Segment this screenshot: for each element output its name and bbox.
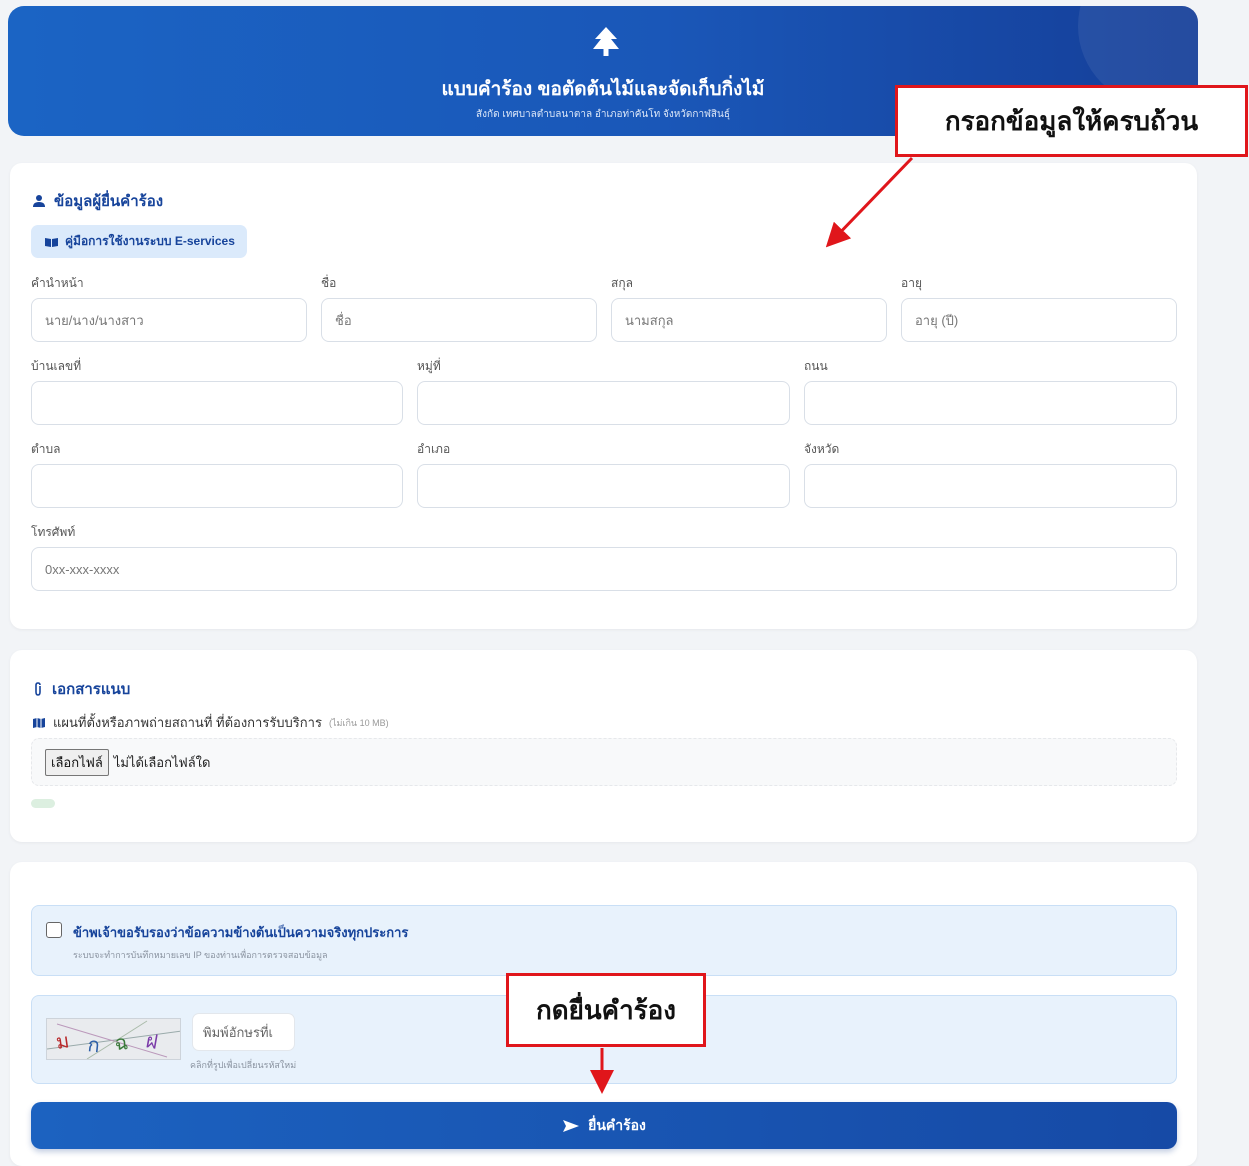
file-status: ไม่ได้เลือกไฟล์ใด — [113, 754, 211, 770]
phone-input[interactable]: 0xx-xxx-xxxx — [31, 547, 1177, 591]
callout-fill-complete: กรอกข้อมูลให้ครบถ้วน — [895, 85, 1248, 157]
last-name-input[interactable]: นามสกุล — [611, 298, 887, 342]
prefix-label: คำนำหน้า — [31, 276, 84, 290]
captcha-char: ม — [54, 1028, 70, 1054]
province-label: จังหวัด — [804, 442, 840, 456]
subdistrict-input[interactable] — [31, 464, 403, 508]
captcha-input[interactable]: พิมพ์อักษรที่เ — [192, 1013, 295, 1051]
captcha-placeholder: พิมพ์อักษรที่เ — [203, 1024, 273, 1040]
submit-button[interactable]: ยื่นคำร้อง — [31, 1102, 1177, 1149]
certify-checkbox[interactable] — [46, 922, 62, 938]
phone-placeholder: 0xx-xxx-xxxx — [45, 561, 120, 577]
attachments-section-label: เอกสารแนบ — [52, 681, 131, 698]
attachments-section-title: เอกสารแนบ — [32, 677, 130, 701]
last-name-placeholder: นามสกุล — [625, 312, 674, 328]
captcha-image[interactable]: มกฉฝ — [46, 1018, 181, 1060]
applicant-section-label: ข้อมูลผู้ยื่นคำร้อง — [54, 193, 164, 210]
district-label: อำเภอ — [417, 442, 451, 456]
road-label: ถนน — [804, 359, 828, 373]
tree-icon — [593, 27, 619, 56]
choose-file-button[interactable]: เลือกไฟล์ — [45, 748, 109, 776]
province-input[interactable] — [804, 464, 1177, 508]
size-note: (ไม่เกิน 10 MB) — [328, 717, 389, 728]
age-input[interactable]: อายุ (ปี) — [901, 298, 1177, 342]
house-no-input[interactable] — [31, 381, 403, 425]
captcha-hint: คลิกที่รูปเพื่อเปลี่ยนรหัสใหม่ — [190, 1060, 297, 1070]
last-name-label: สกุล — [611, 276, 633, 290]
captcha-char: ฝ — [144, 1028, 160, 1054]
ip-note: ระบบจะทำการบันทึกหมายเลข IP ของท่านเพื่อ… — [73, 950, 328, 960]
upload-progress-pill — [31, 799, 55, 808]
map-label-text: แผนที่ตั้งหรือภาพถ่ายสถานที่ ที่ต้องการร… — [53, 715, 322, 730]
subdistrict-label: ตำบล — [31, 442, 61, 456]
submit-label: ยื่นคำร้อง — [588, 1116, 646, 1133]
user-icon — [33, 195, 45, 207]
first-name-placeholder: ชื่อ — [335, 312, 352, 328]
age-placeholder: อายุ (ปี) — [915, 312, 959, 328]
age-label: อายุ — [901, 276, 922, 290]
moo-label: หมู่ที่ — [417, 359, 441, 373]
prefix-input[interactable]: นาย/นาง/นางสาว — [31, 298, 307, 342]
captcha-char: ฉ — [114, 1030, 129, 1055]
house-no-label: บ้านเลขที่ — [31, 359, 82, 373]
manual-button-label: คู่มือการใช้งานระบบ E-services — [65, 234, 235, 248]
file-upload-field: เลือกไฟล์ ไม่ได้เลือกไฟล์ใด — [31, 738, 1177, 786]
manual-button[interactable]: คู่มือการใช้งานระบบ E-services — [31, 225, 247, 258]
callout-submit: กดยื่นคำร้อง — [506, 973, 706, 1047]
road-input[interactable] — [804, 381, 1177, 425]
page: แบบคำร้อง ขอตัดต้นไม้และจัดเก็บกิ่งไม้ ส… — [0, 0, 1249, 1166]
map-icon — [33, 717, 45, 728]
applicant-section-title: ข้อมูลผู้ยื่นคำร้อง — [32, 189, 163, 213]
attachments-card: เอกสารแนบ แผนที่ตั้งหรือภาพถ่ายสถานที่ ท… — [10, 650, 1197, 842]
district-input[interactable] — [417, 464, 790, 508]
certify-label[interactable]: ข้าพเจ้าขอรับรองว่าข้อความข้างต้นเป็นควา… — [73, 922, 408, 943]
prefix-placeholder: นาย/นาง/นางสาว — [45, 312, 144, 328]
phone-label: โทรศัพท์ — [31, 525, 76, 539]
captcha-graphic: มกฉฝ — [47, 1020, 180, 1059]
certify-box: ข้าพเจ้าขอรับรองว่าข้อความข้างต้นเป็นควา… — [31, 905, 1177, 976]
first-name-label: ชื่อ — [321, 276, 337, 290]
applicant-card: ข้อมูลผู้ยื่นคำร้อง คู่มือการใช้งานระบบ … — [10, 163, 1197, 629]
paperclip-icon — [35, 681, 41, 696]
map-upload-label: แผนที่ตั้งหรือภาพถ่ายสถานที่ ที่ต้องการร… — [32, 712, 389, 733]
first-name-input[interactable]: ชื่อ — [321, 298, 597, 342]
moo-input[interactable] — [417, 381, 790, 425]
send-icon — [563, 1119, 580, 1132]
book-icon — [45, 237, 58, 247]
captcha-char: ก — [86, 1032, 101, 1057]
